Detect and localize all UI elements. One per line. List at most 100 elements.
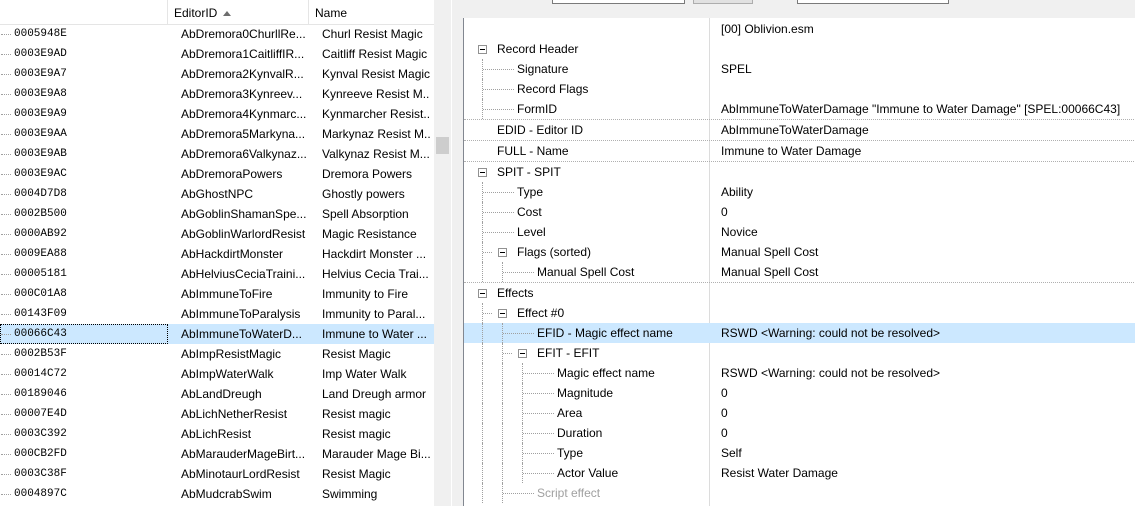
row-formid: 0003E9AB	[0, 144, 168, 164]
record-list-row[interactable]: 000C01A8 AbImmuneToFire Immunity to Fire	[0, 284, 434, 304]
record-list-row[interactable]: 0002B500 AbGoblinShamanSpe... Spell Absorp…	[0, 204, 434, 224]
record-tree-row[interactable]: Magnitude 0	[464, 383, 1135, 403]
record-tree-row[interactable]: Level Novice	[464, 222, 1135, 242]
collapse-icon[interactable]	[498, 248, 507, 257]
row-formid: 00014C72	[0, 364, 168, 384]
row-name: Resist magic	[322, 427, 391, 441]
tree-connector	[483, 89, 514, 90]
row-name: Imp Water Walk	[322, 367, 407, 381]
record-tree-row[interactable]: FULL - Name Immune to Water Damage	[464, 140, 1135, 161]
record-list-row[interactable]: 00014C72 AbImpWaterWalk Imp Water Walk	[0, 364, 434, 384]
record-list-row[interactable]: 0003C38F AbMinotaurLordResist Resist Magic	[0, 464, 434, 484]
record-tree-row[interactable]: Effect #0	[464, 303, 1135, 323]
record-list-row[interactable]: 00007E4D AbLichNetherResist Resist magic	[0, 404, 434, 424]
record-list-row[interactable]: 0003E9AA AbDremora5Markyna... Markynaz Res…	[0, 124, 434, 144]
tree-row-label: FULL - Name	[497, 144, 569, 158]
record-tree-row[interactable]: Flags (sorted) Manual Spell Cost	[464, 242, 1135, 262]
toolbar-dropdown[interactable]	[797, 0, 949, 4]
record-list-row[interactable]: 0009EA88 AbHackdirtMonster Hackdirt Monste…	[0, 244, 434, 264]
row-formid: 0003E9AD	[0, 44, 168, 64]
collapse-icon[interactable]	[478, 289, 487, 298]
row-name: Kynval Resist Magic	[322, 67, 430, 81]
record-tree-row[interactable]: Cost 0	[464, 202, 1135, 222]
tree-connector	[503, 272, 534, 273]
row-formid: 00143F09	[0, 304, 168, 324]
row-editorid: AbImpWaterWalk	[181, 367, 274, 381]
column-header-formid[interactable]	[0, 0, 168, 24]
record-tree-row[interactable]: Type Self	[464, 443, 1135, 463]
row-formid: 0004897C	[0, 484, 168, 504]
collapse-icon[interactable]	[498, 309, 507, 318]
tree-connector	[482, 443, 483, 463]
column-header-name[interactable]: Name	[309, 0, 434, 24]
row-formid: 0003E9A9	[0, 104, 168, 124]
row-formid: 0003E9AC	[0, 164, 168, 184]
record-list-row[interactable]: 0005948E AbDremora0ChurllRe... Churl Resis…	[0, 24, 434, 44]
record-tree-row[interactable]: Manual Spell Cost Manual Spell Cost	[464, 262, 1135, 282]
row-formid: 000CB2FD	[0, 444, 168, 464]
collapse-icon[interactable]	[478, 45, 487, 54]
record-tree-row[interactable]: Magic effect name RSWD <Warning: could no…	[464, 363, 1135, 383]
record-tree-row[interactable]: Effects	[464, 282, 1135, 303]
record-list-row[interactable]: 0003E9A8 AbDremora3Kynreev... Kynreeve Res…	[0, 84, 434, 104]
record-view[interactable]: [00] Oblivion.esm Record Header Signature…	[463, 18, 1135, 506]
record-list-row[interactable]: 0003E9AD AbDremora1CaitliffIR... Caitliff …	[0, 44, 434, 64]
record-tree-row[interactable]: Duration 0	[464, 423, 1135, 443]
record-tree-row[interactable]: EFID - Magic effect name RSWD <Warning: c…	[464, 323, 1135, 343]
tree-row-value: 0	[721, 205, 728, 219]
record-tree-row[interactable]: Record Header	[464, 39, 1135, 59]
record-list-row[interactable]: 00143F09 AbImmuneToParalysis Immunity to P…	[0, 304, 434, 324]
record-tree-row[interactable]: Actor Value Resist Water Damage	[464, 463, 1135, 483]
panel-splitter[interactable]	[452, 0, 463, 506]
record-list-row[interactable]: 0003E9AB AbDremora6Valkynaz... Valkynaz Re…	[0, 144, 434, 164]
record-list-row[interactable]: 0003E9A9 AbDremora4Kynmarc... Kynmarcher R…	[0, 104, 434, 124]
tree-row-label: Actor Value	[557, 466, 619, 480]
record-tree-row[interactable]: SPIT - SPIT	[464, 161, 1135, 182]
row-name: Valkynaz Resist M...	[322, 147, 430, 161]
row-editorid: AbDremora6Valkynaz...	[181, 147, 307, 161]
tree-row-label: Effect #0	[517, 306, 565, 320]
record-tree-row[interactable]: Type Ability	[464, 182, 1135, 202]
record-list-row[interactable]: 0004D7D8 AbGhostNPC Ghostly powers	[0, 184, 434, 204]
tree-row-label: Signature	[517, 62, 569, 76]
record-tree-row[interactable]: Script effect	[464, 483, 1135, 503]
record-tree-row[interactable]: EDID - Editor ID AbImmuneToWaterDamage	[464, 119, 1135, 140]
record-list-row[interactable]: 0000AB92 AbGoblinWarlordResist Magic Resis…	[0, 224, 434, 244]
tree-row-label: Level	[517, 225, 546, 239]
row-name: Ghostly powers	[322, 187, 405, 201]
record-tree-row[interactable]: EFIT - EFIT	[464, 343, 1135, 363]
row-editorid: AbImmuneToParalysis	[181, 307, 301, 321]
record-list-row[interactable]: 0003E9AC AbDremoraPowers Dremora Powers	[0, 164, 434, 184]
row-editorid: AbHelviusCeciaTraini...	[181, 267, 306, 281]
record-list-row[interactable]: 0004897C AbMudcrabSwim Swimming	[0, 484, 434, 504]
row-editorid: AbGoblinWarlordResist	[181, 227, 306, 241]
record-list-row[interactable]: 00189046 AbLandDreugh Land Dreugh armor	[0, 384, 434, 404]
record-list-row[interactable]: 0003C392 AbLichResist Resist magic	[0, 424, 434, 444]
record-tree-row[interactable]: Signature SPEL	[464, 59, 1135, 79]
record-tree-row[interactable]: Area 0	[464, 403, 1135, 423]
row-formid: 000C01A8	[0, 284, 168, 304]
toolbar-input[interactable]	[552, 0, 685, 4]
record-list[interactable]: EditorID Name 0005948E AbDremora0ChurllRe…	[0, 0, 452, 506]
collapse-icon[interactable]	[518, 349, 527, 358]
record-list-scrollbar[interactable]	[434, 0, 451, 506]
record-tree-row[interactable]: FormID AbImmuneToWaterDamage "Immune to W…	[464, 99, 1135, 119]
collapse-icon[interactable]	[478, 168, 487, 177]
record-list-row[interactable]: 000CB2FD AbMarauderMageBirt... Marauder Ma…	[0, 444, 434, 464]
column-header-editorid[interactable]: EditorID	[168, 0, 309, 24]
toolbar-button[interactable]	[693, 0, 753, 4]
record-list-row[interactable]: 00005181 AbHelviusCeciaTraini... Helvius C…	[0, 264, 434, 284]
record-list-row[interactable]: 0003E9A7 AbDremora2KynvalR... Kynval Resis…	[0, 64, 434, 84]
scrollbar-thumb[interactable]	[436, 137, 449, 154]
tree-connector	[482, 423, 483, 443]
row-editorid: AbDremora4Kynmarc...	[181, 107, 307, 121]
row-editorid: AbImmuneToWaterD...	[181, 327, 302, 341]
row-name: Kynreeve Resist M...	[322, 87, 430, 101]
row-formid: 0003C392	[0, 424, 168, 444]
record-list-row[interactable]: 0002B53F AbImpResistMagic Resist Magic	[0, 344, 434, 364]
record-list-row[interactable]: 00066C43 AbImmuneToWaterD... Immune to Wat…	[0, 324, 434, 344]
record-tree-row[interactable]: Record Flags	[464, 79, 1135, 99]
tree-connector	[482, 483, 483, 503]
record-list-header: EditorID Name	[0, 0, 434, 25]
row-editorid: AbDremora5Markyna...	[181, 127, 306, 141]
